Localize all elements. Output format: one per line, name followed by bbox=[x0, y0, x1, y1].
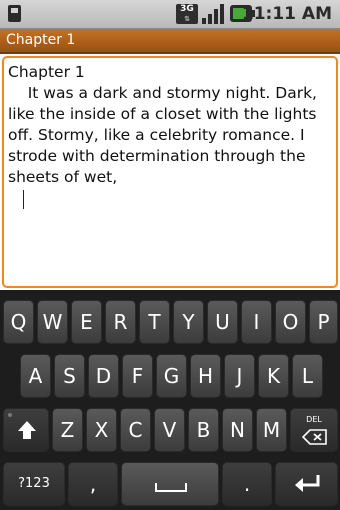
key-e[interactable]: E bbox=[71, 300, 102, 344]
network-3g-icon: 3G ⇅ bbox=[176, 4, 198, 24]
space-bar-icon bbox=[155, 483, 187, 492]
key-w[interactable]: W bbox=[37, 300, 68, 344]
space-key[interactable] bbox=[121, 462, 219, 506]
key-v[interactable]: V bbox=[154, 408, 185, 452]
key-j[interactable]: J bbox=[224, 354, 255, 398]
network-type-label: 3G bbox=[180, 4, 194, 14]
shift-key[interactable] bbox=[3, 408, 49, 452]
key-a[interactable]: A bbox=[20, 354, 51, 398]
key-p[interactable]: P bbox=[309, 300, 338, 344]
shift-arrow-icon bbox=[18, 421, 36, 439]
key-r[interactable]: R bbox=[105, 300, 136, 344]
key-c[interactable]: C bbox=[120, 408, 151, 452]
text-cursor bbox=[23, 190, 24, 209]
editor-body: It was a dark and stormy night. Dark, li… bbox=[8, 84, 322, 186]
text-editor[interactable]: Chapter 1 It was a dark and stormy night… bbox=[2, 56, 338, 288]
key-y[interactable]: Y bbox=[173, 300, 204, 344]
key-t[interactable]: T bbox=[139, 300, 170, 344]
key-k[interactable]: K bbox=[258, 354, 289, 398]
editor-heading: Chapter 1 bbox=[8, 63, 85, 81]
key-n[interactable]: N bbox=[222, 408, 253, 452]
app-title-bar: Chapter 1 bbox=[0, 29, 340, 52]
key-i[interactable]: I bbox=[241, 300, 272, 344]
period-key[interactable]: . bbox=[222, 462, 272, 506]
clock: 11:11 AM bbox=[241, 4, 332, 24]
delete-key[interactable]: DEL bbox=[290, 408, 338, 452]
key-u[interactable]: U bbox=[207, 300, 238, 344]
status-bar: 3G ⇅ 11:11 AM bbox=[0, 0, 340, 29]
app-title: Chapter 1 bbox=[6, 32, 76, 48]
signal-icon bbox=[202, 4, 224, 24]
enter-icon bbox=[295, 475, 320, 492]
delete-label: DEL bbox=[306, 415, 322, 424]
key-o[interactable]: O bbox=[275, 300, 306, 344]
key-z[interactable]: Z bbox=[52, 408, 83, 452]
backspace-icon bbox=[302, 429, 327, 445]
key-h[interactable]: H bbox=[190, 354, 221, 398]
symbols-key[interactable]: ?123 bbox=[3, 462, 65, 506]
key-q[interactable]: Q bbox=[3, 300, 34, 344]
key-m[interactable]: M bbox=[256, 408, 287, 452]
sd-card-icon bbox=[8, 5, 21, 22]
key-f[interactable]: F bbox=[122, 354, 153, 398]
comma-key[interactable]: , bbox=[68, 462, 118, 506]
key-x[interactable]: X bbox=[86, 408, 117, 452]
enter-key[interactable] bbox=[275, 462, 338, 506]
key-l[interactable]: L bbox=[292, 354, 323, 398]
soft-keyboard: Q W E R T Y U I O P A S D F G H J K L Z … bbox=[0, 290, 340, 510]
key-g[interactable]: G bbox=[156, 354, 187, 398]
key-s[interactable]: S bbox=[54, 354, 85, 398]
key-b[interactable]: B bbox=[188, 408, 219, 452]
key-d[interactable]: D bbox=[88, 354, 119, 398]
